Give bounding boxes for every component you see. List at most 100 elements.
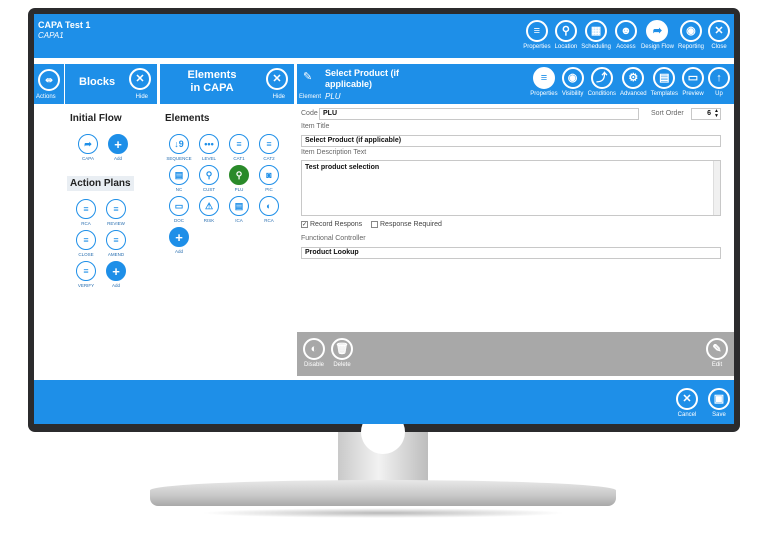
toolbar-label: Scheduling (581, 44, 611, 50)
share-icon: ➦ (78, 134, 98, 154)
element-ica[interactable]: ▤ ICA (224, 196, 254, 223)
element-plu[interactable]: ⚲ PLU (224, 165, 254, 192)
block-label: CAPA (82, 156, 94, 161)
add-element[interactable]: + Add (164, 227, 194, 254)
edit-button[interactable]: ✎ Edit (706, 338, 728, 368)
block-label: Add (111, 283, 120, 288)
initial-flow-title: Initial Flow (70, 113, 122, 124)
element-risk[interactable]: ⚠ RISK (194, 196, 224, 223)
element-action-bar: ◐ Disable 🗑 Delete ✎ Edit (297, 332, 734, 376)
eye-icon: ◉ (679, 20, 702, 42)
element-tool-templates[interactable]: ▤ Templates (651, 67, 678, 97)
tool-label: Preview (682, 91, 704, 97)
location-icon: ⚲ (554, 20, 577, 42)
element-cust[interactable]: ⚲ CUST (194, 165, 224, 192)
sort-order-stepper[interactable]: 6 ▲ ▼ (691, 108, 721, 120)
toolbar-reporting[interactable]: ◉ Reporting (678, 20, 704, 50)
element-tool-conditions[interactable]: ⤴ Conditions (588, 67, 616, 97)
functional-controller-input[interactable]: Product Lookup (301, 247, 721, 259)
disable-button[interactable]: ◐ Disable (303, 338, 325, 368)
templates-icon: ▤ (653, 67, 676, 89)
description-scrollbar[interactable] (713, 161, 720, 215)
block-capa[interactable]: ➦ CAPA (73, 134, 103, 161)
element-cat2[interactable]: ≡ CAT2 (254, 134, 284, 161)
element-nc[interactable]: ▤ NC (164, 165, 194, 192)
element-pic[interactable]: ◙ PIC (254, 165, 284, 192)
edit-label: Edit (711, 362, 723, 368)
app-title: CAPA Test 1 (38, 20, 91, 30)
element-label: RCA (264, 218, 274, 223)
element-label: CUST (202, 187, 216, 192)
response-required-checkbox[interactable]: Response Required (371, 221, 442, 228)
block-label: AMEND (107, 252, 125, 257)
save-button[interactable]: ▣ Save (708, 388, 730, 418)
element-label: LEVEL (201, 156, 216, 161)
cancel-label: Cancel (677, 412, 697, 418)
edit-pencil-icon: ✎ (303, 71, 313, 83)
folder-icon: ▤ (169, 165, 189, 185)
element-tool-up[interactable]: ↑ Up (708, 67, 730, 97)
toolbar-access[interactable]: ☻ Access (614, 20, 637, 50)
element-doc[interactable]: ▭ DOC (164, 196, 194, 223)
item-title-input[interactable]: Select Product (if applicable) (301, 135, 721, 147)
block-rca[interactable]: ≡ RCA (71, 199, 101, 226)
code-input[interactable]: PLU (319, 108, 639, 120)
element-toolbar: ≡ Properties ◉ Visibility ⤴ Conditions ⚙ Adv… (526, 67, 730, 97)
item-description-textarea[interactable]: Test product selection (301, 160, 721, 216)
element-label: NC (175, 187, 183, 192)
code-label: Code (301, 110, 318, 117)
hide-elements-icon[interactable]: ✕ (266, 68, 288, 90)
block-review[interactable]: ≡ REVIEW (101, 199, 131, 226)
scheduling-icon: ▦ (585, 20, 608, 42)
element-tool-visibility[interactable]: ◉ Visibility (561, 67, 584, 97)
save-label: Save (712, 412, 726, 418)
tool-label: Templates (650, 91, 678, 97)
tool-label: Up (715, 91, 723, 97)
hide-blocks-label[interactable]: Hide (136, 94, 148, 100)
save-icon: ▣ (708, 388, 730, 410)
actions-toggle[interactable]: ⇹ Actions (34, 64, 64, 104)
element-label: CAT2 (263, 156, 275, 161)
toolbar-properties[interactable]: ≡ Properties (523, 20, 551, 50)
action-plans-list: ≡ RCA ≡ REVIEW ≡ CLOSE ≡ AMEND ≡ VERIFY + Add (71, 199, 155, 292)
monitor-stand-base (150, 480, 616, 506)
hide-blocks-icon[interactable]: ✕ (129, 68, 151, 90)
plus-icon: + (169, 227, 189, 247)
element-sequence[interactable]: ↓9 SEQUENCE (164, 134, 194, 161)
element-label: Add (174, 249, 183, 254)
toolbar-location[interactable]: ⚲ Location (554, 20, 577, 50)
element-tool-properties[interactable]: ≡ Properties (530, 67, 558, 97)
element-level[interactable]: ••• LEVEL (194, 134, 224, 161)
add-initial-block[interactable]: + Add (103, 134, 133, 161)
toolbar-close[interactable]: ✕ Close (708, 20, 730, 50)
app-screen: CAPA Test 1 CAPA1 ≡ Properties ⚲ Location … (34, 14, 734, 424)
elements-header: Elements in CAPA ✕ Hide (160, 64, 294, 104)
sort-order-label: Sort Order (651, 110, 684, 117)
record-response-checkbox[interactable]: ✓ Record Respons (301, 221, 362, 228)
toggle-icon: ◐ (259, 196, 279, 216)
toolbar-design-flow[interactable]: ➦ Design Flow (641, 20, 674, 50)
elements-panel: Elements ↓9 SEQUENCE ••• LEVEL ≡ CAT1 ≡ CAT2… (160, 104, 294, 380)
element-rca[interactable]: ◐ RCA (254, 196, 284, 223)
element-tool-advanced[interactable]: ⚙ Advanced (620, 67, 647, 97)
stepper-arrows-icon[interactable]: ▲ ▼ (714, 109, 719, 119)
block-verify[interactable]: ≡ VERIFY (71, 261, 101, 288)
hide-elements-label[interactable]: Hide (273, 94, 285, 100)
list-icon: ≡ (525, 20, 548, 42)
cancel-button[interactable]: ✕ Cancel (676, 388, 698, 418)
delete-button[interactable]: 🗑 Delete (331, 338, 353, 368)
tool-label: Advanced (619, 91, 647, 97)
element-cat1[interactable]: ≡ CAT1 (224, 134, 254, 161)
block-close[interactable]: ≡ CLOSE (71, 230, 101, 257)
elements-title: Elements in CAPA (187, 69, 237, 94)
preview-icon: ▭ (682, 67, 704, 89)
item-title-label: Item Title (301, 123, 330, 130)
block-label: REVIEW (107, 221, 125, 226)
tool-label: Conditions (587, 91, 616, 97)
element-tool-preview[interactable]: ▭ Preview (682, 67, 704, 97)
element-label: DOC (174, 218, 184, 223)
block-amend[interactable]: ≡ AMEND (101, 230, 131, 257)
add-action-plan[interactable]: + Add (101, 261, 131, 288)
toolbar-scheduling[interactable]: ▦ Scheduling (581, 20, 611, 50)
search-icon: ⚲ (199, 165, 219, 185)
